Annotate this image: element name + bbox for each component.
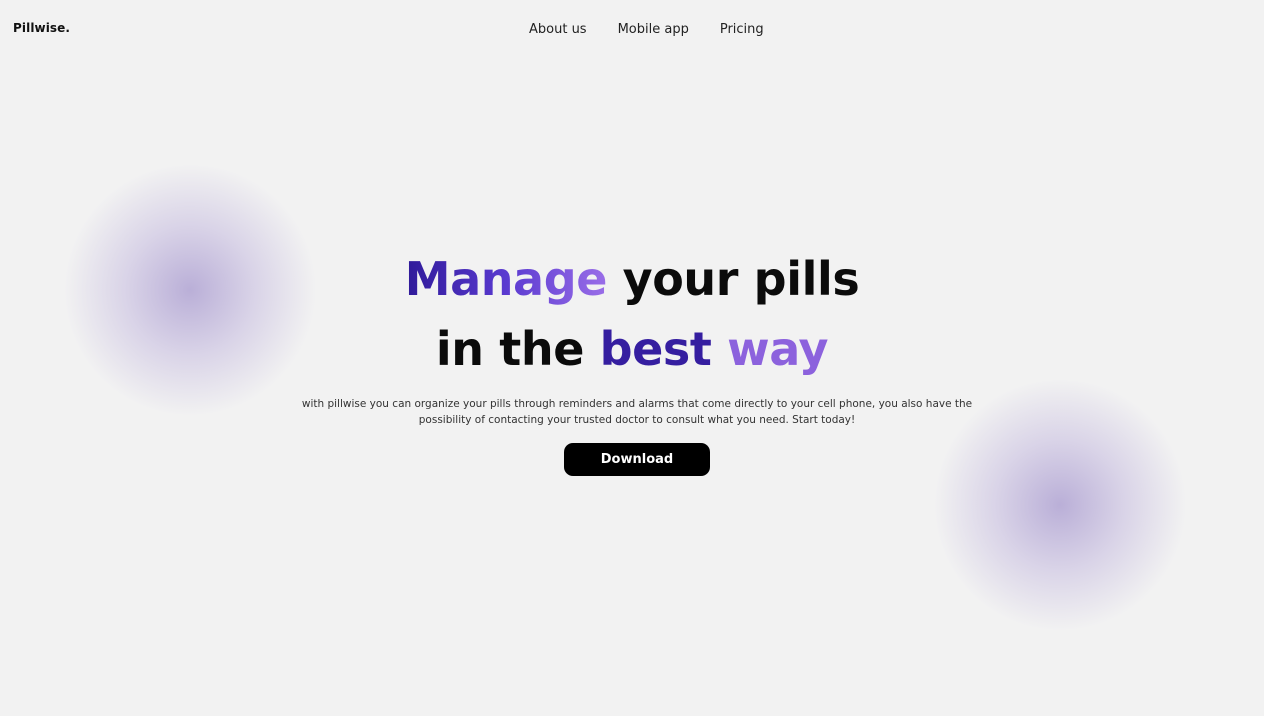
- download-button[interactable]: Download: [564, 443, 710, 476]
- headline-line-1: Manage your pills: [405, 252, 860, 306]
- headline-line-2-lead: in the: [435, 322, 600, 376]
- nav-link-mobile-app[interactable]: Mobile app: [618, 22, 689, 37]
- nav-links: About us Mobile app Pricing: [529, 22, 764, 37]
- headline-line-2: in the best way: [435, 322, 829, 376]
- hero-description: with pillwise you can organize your pill…: [301, 398, 973, 426]
- headline-word-gap: [712, 322, 728, 376]
- top-navigation: Pillwise. About us Mobile app Pricing: [0, 0, 1264, 60]
- headline-word-best: best: [599, 322, 712, 376]
- brand-logo[interactable]: Pillwise.: [13, 21, 70, 35]
- headline-word-manage: Manage: [404, 252, 608, 306]
- headline-word-way: way: [727, 322, 829, 376]
- hero-section: Manage your pills in the best way: [0, 244, 1264, 384]
- nav-link-pricing[interactable]: Pricing: [720, 22, 764, 37]
- nav-link-about-us[interactable]: About us: [529, 22, 587, 37]
- headline-line-1-rest: your pills: [607, 252, 860, 306]
- hero-headline: Manage your pills in the best way: [0, 244, 1264, 384]
